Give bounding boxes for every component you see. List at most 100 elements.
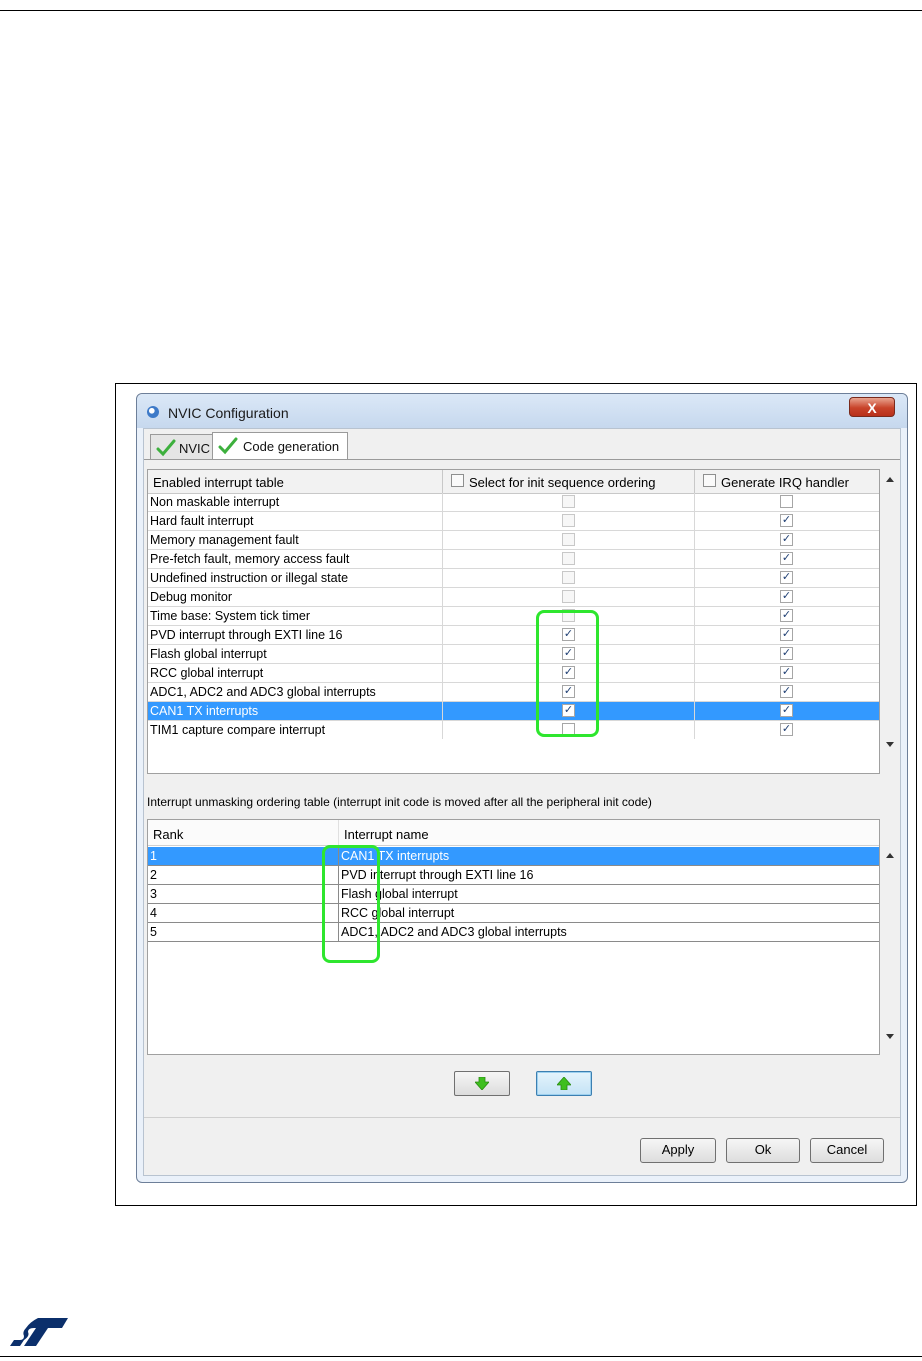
move-up-button[interactable] <box>536 1071 592 1096</box>
init-order-checkbox[interactable] <box>562 552 575 565</box>
ordering-table-row[interactable]: 5 ADC1, ADC2 and ADC3 global interrupts <box>148 923 879 942</box>
column-separator <box>442 626 443 645</box>
arrow-up-icon <box>557 1077 571 1090</box>
column-separator <box>442 664 443 683</box>
enabled-table-row[interactable]: PVD interrupt through EXTI line 16 <box>148 626 879 645</box>
init-order-checkbox[interactable] <box>562 514 575 527</box>
cancel-button[interactable]: Cancel <box>810 1138 884 1163</box>
enabled-table-row[interactable]: Flash global interrupt <box>148 645 879 664</box>
ok-button[interactable]: Ok <box>726 1138 800 1163</box>
irq-handler-checkbox[interactable] <box>780 704 793 717</box>
dialog-content: NVIC Code generation Enabled interrupt t… <box>143 428 901 1176</box>
scroll-up-icon[interactable] <box>886 477 894 482</box>
page-top-rule <box>0 10 922 11</box>
enabled-table-row[interactable]: RCC global interrupt <box>148 664 879 683</box>
column-separator <box>694 607 695 626</box>
enabled-table-row[interactable]: Undefined instruction or illegal state <box>148 569 879 588</box>
column-separator <box>442 721 443 740</box>
irq-handler-checkbox[interactable] <box>780 685 793 698</box>
rank-cell: 5 <box>150 925 157 939</box>
ordering-table-header: Rank Interrupt name <box>148 820 879 846</box>
irq-handler-checkbox[interactable] <box>780 609 793 622</box>
window-title: NVIC Configuration <box>168 405 289 421</box>
header-init-order-label: Select for init sequence ordering <box>469 475 656 490</box>
highlight-init-order-box <box>536 610 599 737</box>
irq-handler-checkbox[interactable] <box>780 571 793 584</box>
ordering-table-scrollbar[interactable] <box>881 819 898 1055</box>
title-bar[interactable]: NVIC Configuration X <box>137 394 907 428</box>
header-enabled-interrupt[interactable]: Enabled interrupt table <box>148 470 443 493</box>
column-separator <box>694 512 695 531</box>
close-button[interactable]: X <box>849 397 895 417</box>
enabled-interrupt-table: Enabled interrupt table Select for init … <box>147 469 880 774</box>
header-init-order[interactable]: Select for init sequence ordering <box>443 470 695 493</box>
interrupt-name: Non maskable interrupt <box>150 495 280 509</box>
scroll-up-icon[interactable] <box>886 853 894 858</box>
interrupt-name: Pre-fetch fault, memory access fault <box>150 552 350 566</box>
button-bar-separator <box>144 1117 900 1118</box>
enabled-table-row[interactable]: CAN1 TX interrupts <box>148 702 879 721</box>
header-irq-handler-label: Generate IRQ handler <box>721 475 849 490</box>
column-separator <box>694 645 695 664</box>
header-rank[interactable]: Rank <box>153 827 183 842</box>
tab-code-generation[interactable]: Code generation <box>212 432 348 460</box>
interrupt-name: Memory management fault <box>150 533 299 547</box>
interrupt-name: CAN1 TX interrupts <box>150 704 259 718</box>
irq-handler-checkbox[interactable] <box>780 590 793 603</box>
enabled-table-row[interactable]: Pre-fetch fault, memory access fault <box>148 550 879 569</box>
column-separator <box>694 531 695 550</box>
enabled-table-row[interactable]: Hard fault interrupt <box>148 512 879 531</box>
header-interrupt-name[interactable]: Interrupt name <box>344 827 429 842</box>
column-separator <box>694 702 695 721</box>
irq-handler-checkbox[interactable] <box>780 552 793 565</box>
select-all-irq-handler-checkbox[interactable] <box>703 474 716 487</box>
page-bottom-rule <box>0 1356 922 1357</box>
ordering-table-row[interactable]: 2 PVD interrupt through EXTI line 16 <box>148 866 879 885</box>
irq-handler-checkbox[interactable] <box>780 723 793 736</box>
enabled-table-row[interactable]: ADC1, ADC2 and ADC3 global interrupts <box>148 683 879 702</box>
ordering-table-row[interactable]: 1 CAN1 TX interrupts <box>148 847 879 866</box>
irq-handler-checkbox[interactable] <box>780 628 793 641</box>
irq-handler-checkbox[interactable] <box>780 495 793 508</box>
column-separator <box>694 626 695 645</box>
irq-handler-checkbox[interactable] <box>780 514 793 527</box>
interrupt-name: ADC1, ADC2 and ADC3 global interrupts <box>150 685 376 699</box>
check-icon <box>218 437 238 455</box>
tab-nvic[interactable]: NVIC <box>150 434 213 460</box>
rank-cell: 2 <box>150 868 157 882</box>
column-separator <box>442 550 443 569</box>
interrupt-name: PVD interrupt through EXTI line 16 <box>150 628 343 642</box>
enabled-table-scrollbar[interactable] <box>881 469 898 774</box>
scroll-down-icon[interactable] <box>886 742 894 747</box>
irq-handler-checkbox[interactable] <box>780 666 793 679</box>
enabled-table-row[interactable]: Time base: System tick timer <box>148 607 879 626</box>
move-down-button[interactable] <box>454 1071 510 1096</box>
select-all-init-order-checkbox[interactable] <box>451 474 464 487</box>
enabled-table-row[interactable]: Non maskable interrupt <box>148 493 879 512</box>
apply-button[interactable]: Apply <box>640 1138 716 1163</box>
irq-handler-checkbox[interactable] <box>780 533 793 546</box>
scroll-down-icon[interactable] <box>886 1034 894 1039</box>
column-separator <box>442 683 443 702</box>
irq-handler-checkbox[interactable] <box>780 647 793 660</box>
init-order-checkbox[interactable] <box>562 590 575 603</box>
ordering-table: Rank Interrupt name 1 CAN1 TX interrupts 2… <box>147 819 880 1055</box>
ordering-table-row[interactable]: 3 Flash global interrupt <box>148 885 879 904</box>
interrupt-name: Debug monitor <box>150 590 232 604</box>
header-enabled-interrupt-label: Enabled interrupt table <box>153 475 284 490</box>
init-order-checkbox[interactable] <box>562 533 575 546</box>
check-icon <box>156 439 176 457</box>
init-order-checkbox[interactable] <box>562 571 575 584</box>
nvic-configuration-dialog: NVIC Configuration X NVIC Code generatio… <box>136 393 908 1183</box>
enabled-table-row[interactable]: TIM1 capture compare interrupt <box>148 721 879 740</box>
column-separator <box>442 569 443 588</box>
interrupt-name: Time base: System tick timer <box>150 609 310 623</box>
header-irq-handler[interactable]: Generate IRQ handler <box>695 470 879 493</box>
app-icon <box>147 406 159 418</box>
column-separator <box>694 493 695 512</box>
ordering-table-row[interactable]: 4 RCC global interrupt <box>148 904 879 923</box>
init-order-checkbox[interactable] <box>562 495 575 508</box>
enabled-table-row[interactable]: Debug monitor <box>148 588 879 607</box>
enabled-table-row[interactable]: Memory management fault <box>148 531 879 550</box>
column-separator <box>442 531 443 550</box>
